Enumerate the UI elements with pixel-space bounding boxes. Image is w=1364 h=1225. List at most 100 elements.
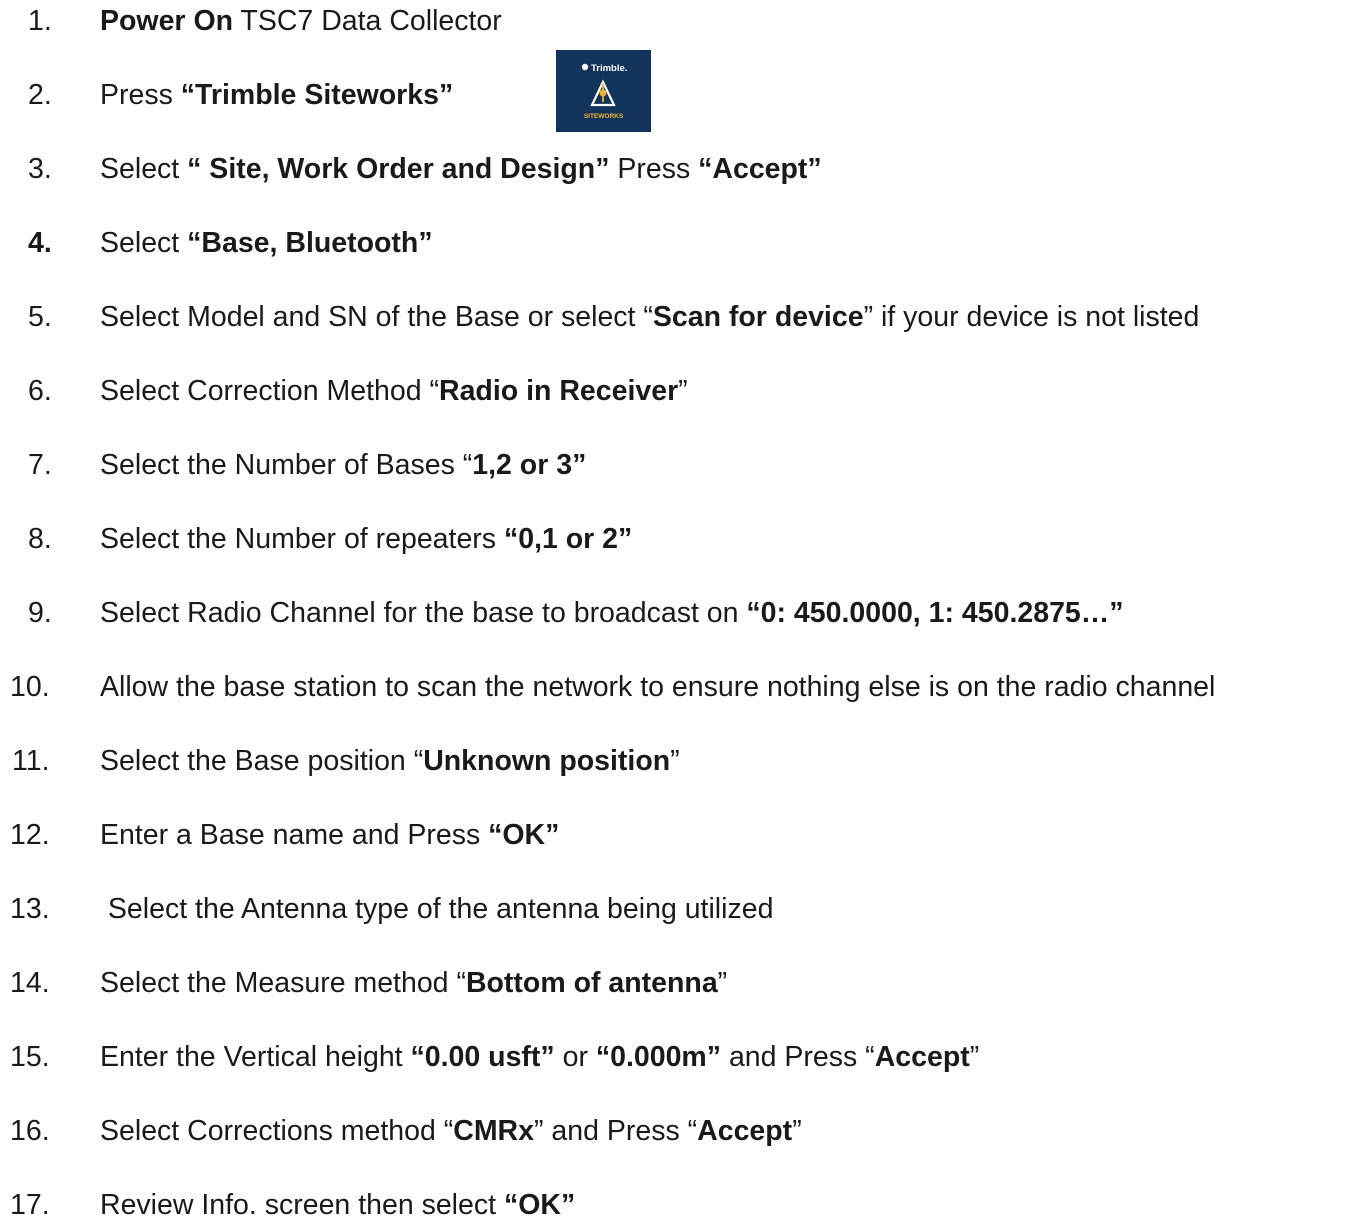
step-text-emphasis: “Trimble Siteworks”	[180, 79, 454, 111]
step-text-emphasis: “OK”	[488, 819, 560, 851]
step-item: 11. Select the Base position “Unknown pos…	[0, 741, 1364, 781]
step-item: 12. Enter a Base name and Press “OK”	[0, 815, 1364, 855]
step-text-segment: Select the Antenna type of the antenna b…	[100, 893, 774, 925]
trimble-brand-text: Trimble.	[591, 63, 627, 74]
step-item: 16. Select Corrections method “CMRx” and …	[0, 1111, 1364, 1151]
step-text: Select “Base, Bluetooth”	[100, 223, 433, 263]
step-text-segment: and Press “	[721, 1041, 875, 1073]
step-text-segment: Press	[100, 79, 181, 111]
step-item: 3. Select “ Site, Work Order and Design” …	[0, 149, 1364, 189]
step-item: 13. Select the Antenna type of the anten…	[0, 889, 1364, 929]
step-item: 15. Enter the Vertical height “0.00 usft”…	[0, 1037, 1364, 1077]
step-text: Enter a Base name and Press “OK”	[100, 815, 559, 855]
step-text-emphasis: “Accept”	[698, 153, 822, 185]
instruction-list: 1. Power On TSC7 Data Collector 2. Press “T…	[0, 0, 1364, 1221]
step-text-segment: ”	[678, 375, 688, 407]
step-number: 1.	[28, 5, 52, 37]
step-text-segment: Press	[609, 153, 699, 185]
step-number: 13.	[10, 893, 50, 925]
siteworks-icon: Trimble. SITEWORKS	[581, 63, 627, 120]
step-text-segment: ” and Press “	[534, 1115, 698, 1147]
step-number: 5.	[28, 301, 52, 333]
step-number: 9.	[28, 597, 52, 629]
step-text-emphasis: “0.00 usft”	[410, 1041, 555, 1073]
step-text-segment: Enter the Vertical height	[100, 1041, 411, 1073]
step-number: 16.	[10, 1115, 50, 1147]
step-number: 12.	[10, 819, 50, 851]
step-text-segment: ”	[717, 967, 728, 999]
step-text-segment: ” if your device is not listed	[863, 301, 1200, 333]
step-number: 17.	[10, 1189, 50, 1221]
step-text-segment: Allow the base station to scan the netwo…	[100, 671, 1216, 703]
step-number: 14.	[10, 967, 50, 999]
step-number: 2.	[28, 79, 52, 111]
step-text: Select the Number of Bases “1,2 or 3”	[100, 445, 586, 485]
step-text: Select the Antenna type of the antenna b…	[100, 889, 774, 929]
step-number: 4.	[28, 227, 52, 259]
step-item: 10. Allow the base station to scan the ne…	[0, 667, 1364, 707]
step-text-emphasis: Radio in Receiver	[438, 375, 679, 407]
step-text-segment: Select the Number of repeaters	[100, 523, 504, 555]
step-text-emphasis: Accept	[697, 1115, 793, 1147]
step-number: 3.	[28, 153, 52, 185]
step-text-segment: Select Correction Method “	[100, 375, 439, 407]
step-text-segment: Select the Measure method “	[100, 967, 466, 999]
step-text-segment: Select the Number of Bases “	[100, 449, 473, 481]
step-text-segment: Enter a Base name and Press	[100, 819, 489, 851]
step-text-segment: Review Info. screen then select	[100, 1189, 504, 1221]
step-text-segment: Select	[100, 227, 188, 259]
step-text: Select Corrections method “CMRx” and Pre…	[100, 1111, 802, 1151]
step-item: 14. Select the Measure method “Bottom of …	[0, 963, 1364, 1003]
step-text-segment: Select Corrections method “	[100, 1115, 454, 1147]
step-text-emphasis: “0: 450.0000, 1: 450.2875…”	[746, 597, 1124, 629]
step-text-emphasis: “ Site, Work Order and Design”	[187, 153, 610, 185]
step-text: Select Model and SN of the Base or selec…	[100, 297, 1199, 337]
step-text-emphasis: “Base, Bluetooth”	[187, 227, 433, 259]
step-text-emphasis: Bottom of antenna	[465, 967, 718, 999]
step-text-segment: or	[554, 1041, 596, 1073]
step-item: 5. Select Model and SN of the Base or sel…	[0, 297, 1364, 337]
step-number: 6.	[28, 375, 52, 407]
step-text-segment: Select Radio Channel for the base to bro…	[100, 597, 747, 629]
siteworks-product-text: SITEWORKS	[584, 113, 624, 120]
trimble-siteworks-logo: Trimble. SITEWORKS	[556, 50, 651, 132]
step-text-segment: Select	[100, 153, 188, 185]
step-text-segment: ”	[670, 745, 680, 777]
step-text-segment: Select Model and SN of the Base or selec…	[100, 301, 653, 333]
step-text-emphasis: Accept	[874, 1041, 970, 1073]
step-item: 17. Review Info. screen then select “OK”	[0, 1185, 1364, 1225]
trimble-globe-icon	[581, 63, 589, 71]
step-text-emphasis: Unknown position	[423, 745, 671, 777]
step-text-emphasis: “OK”	[503, 1189, 576, 1221]
step-number: 15.	[10, 1041, 50, 1073]
step-text: Press “Trimble Siteworks”	[100, 75, 453, 115]
step-text: Select the Base position “Unknown positi…	[100, 741, 680, 781]
step-text-emphasis: Power On	[100, 5, 234, 37]
step-item: 1. Power On TSC7 Data Collector	[0, 1, 1364, 41]
step-item: 8. Select the Number of repeaters “0,1 or…	[0, 519, 1364, 559]
step-number: 8.	[28, 523, 52, 555]
step-text: Select the Number of repeaters “0,1 or 2…	[100, 519, 632, 559]
step-text-segment: TSC7 Data Collector	[233, 5, 502, 37]
step-number: 7.	[28, 449, 52, 481]
step-item: 7. Select the Number of Bases “1,2 or 3”	[0, 445, 1364, 485]
step-text: Select Correction Method “Radio in Recei…	[100, 371, 688, 411]
step-text-emphasis: “0,1 or 2”	[503, 523, 633, 555]
step-text-emphasis: “0.000m”	[595, 1041, 722, 1073]
step-text: Enter the Vertical height “0.00 usft” or…	[100, 1037, 979, 1077]
step-text: Allow the base station to scan the netwo…	[100, 667, 1215, 707]
step-item: 4. Select “Base, Bluetooth”	[0, 223, 1364, 263]
step-text-emphasis: CMRx	[453, 1115, 534, 1147]
step-text: Select “ Site, Work Order and Design” Pr…	[100, 149, 822, 189]
step-text-emphasis: Scan for device	[652, 301, 864, 333]
step-text-segment: ”	[969, 1041, 980, 1073]
step-item: 6. Select Correction Method “Radio in Rec…	[0, 371, 1364, 411]
step-text: Select Radio Channel for the base to bro…	[100, 593, 1124, 633]
step-number: 10.	[10, 671, 50, 703]
step-item: 2. Press “Trimble Siteworks”	[0, 75, 1364, 115]
step-text-segment: Select the Base position “	[100, 745, 424, 777]
step-text-segment: ”	[792, 1115, 802, 1147]
step-text: Select the Measure method “Bottom of ant…	[100, 963, 727, 1003]
step-text: Power On TSC7 Data Collector	[100, 1, 502, 41]
step-text: Review Info. screen then select “OK”	[100, 1185, 575, 1225]
